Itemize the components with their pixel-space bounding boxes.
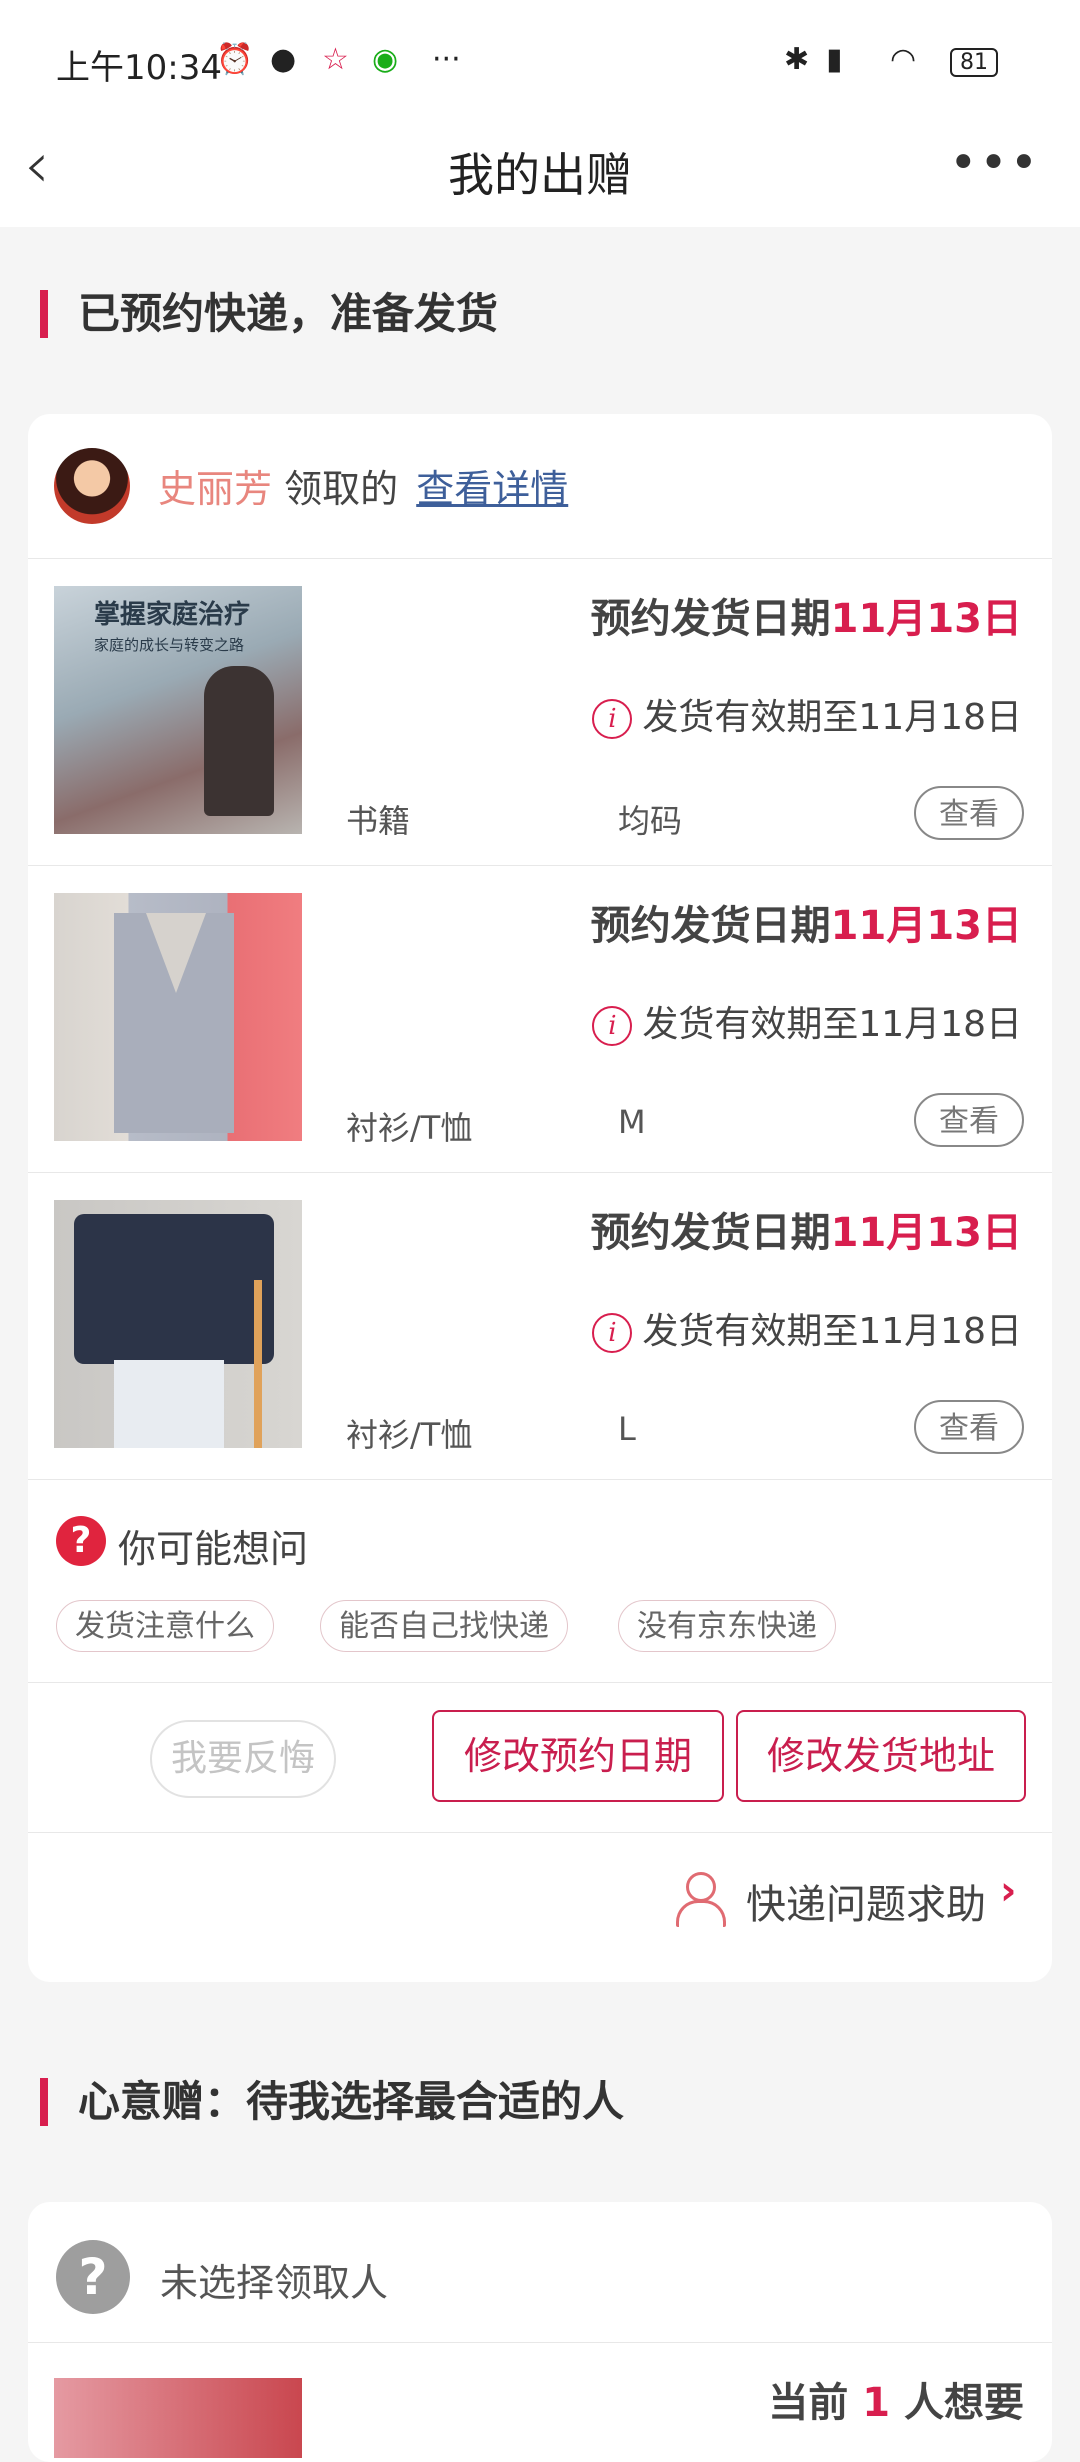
view-button[interactable]: 查看 (914, 1093, 1024, 1147)
action-bar: 我要反悔 修改预约日期 修改发货地址 (28, 1682, 1052, 1833)
validity-info: i 发货有效期至11月18日 (592, 1302, 1022, 1354)
shirt-shape (74, 1214, 274, 1364)
claimer-name[interactable]: 史丽芳 (158, 467, 272, 511)
info-icon: i (592, 1006, 633, 1046)
want-prefix: 当前 (768, 2380, 849, 2426)
status-time: 上午10:34 (56, 48, 222, 88)
bluetooth-icon: ✱ (784, 42, 810, 77)
view-button[interactable]: 查看 (914, 1400, 1024, 1454)
no-receiver-text: 未选择领取人 (160, 2261, 389, 2305)
change-address-button[interactable]: 修改发货地址 (736, 1710, 1026, 1802)
faq-chip[interactable]: 没有京东快递 (618, 1600, 836, 1652)
book-cover-subtitle: 家庭的成长与转变之路 (94, 636, 245, 654)
validity-info: i 发货有效期至11月18日 (592, 995, 1022, 1047)
view-details-link[interactable]: 查看详情 (416, 467, 568, 511)
item-category: 书籍 (346, 802, 411, 840)
gift-card: ? 未选择领取人 当前 1 人想要 (28, 2202, 1052, 2462)
claim-info: 史丽芳 领取的 查看详情 (158, 458, 568, 513)
list-item[interactable]: 掌握家庭治疗 家庭的成长与转变之路 预约发货日期11月13日 i 发货有效期至11… (28, 558, 1052, 866)
battery-level: 81 (960, 50, 988, 75)
courier-help-row[interactable]: 快递问题求助 › (28, 1832, 1052, 1964)
ship-date: 预约发货日期11月13日 (591, 1200, 1022, 1258)
faq-title: 你可能想问 (118, 1527, 309, 1571)
person-icon-head (686, 1872, 716, 1902)
item-thumbnail[interactable] (54, 2378, 302, 2458)
ship-date-value: 11月13日 (830, 596, 1022, 642)
item-size: M (618, 1103, 646, 1141)
item-thumbnail-shirt[interactable] (54, 893, 302, 1141)
status-bar: 上午10:34 ⏰ ● ☆ ◉ ··· ✱ ▮ ◠ 81 (0, 0, 1080, 115)
view-button[interactable]: 查看 (914, 786, 1024, 840)
want-count: 当前 1 人想要 (768, 2370, 1024, 2428)
section-title-gift: 心意赠：待我选择最合适的人 (40, 2074, 624, 2130)
validity-text: 发货有效期至11月18日 (642, 1004, 1022, 1045)
unknown-user-icon: ? (56, 2240, 130, 2314)
claim-row: 史丽芳 领取的 查看详情 (28, 414, 1052, 559)
claim-action-text: 领取的 (284, 467, 399, 511)
nav-bar: ‹ 我的出赠 ••• (0, 115, 1080, 227)
ship-date: 预约发货日期11月13日 (591, 893, 1022, 951)
wifi-icon: ◠ (890, 42, 917, 77)
item-thumbnail-book[interactable]: 掌握家庭治疗 家庭的成长与转变之路 (54, 586, 302, 834)
validity-text: 发货有效期至11月18日 (642, 1311, 1022, 1352)
pants-shape (114, 1360, 224, 1448)
item-size: 均码 (618, 802, 683, 840)
receiver-row: ? 未选择领取人 (28, 2202, 1052, 2343)
alarm-icon: ⏰ (216, 42, 254, 77)
app-notification-icon: ● (270, 42, 297, 77)
info-icon: i (592, 1313, 633, 1353)
chevron-right-icon: › (1000, 1868, 1017, 1914)
person-icon-body (676, 1900, 726, 1927)
more-notifications-icon: ··· (432, 42, 461, 77)
courier-help-label[interactable]: 快递问题求助 (746, 1872, 986, 1930)
regret-button[interactable]: 我要反悔 (150, 1720, 336, 1798)
person-icon (674, 1872, 726, 1928)
want-suffix: 人想要 (904, 2380, 1024, 2426)
validity-text: 发货有效期至11月18日 (642, 697, 1022, 738)
ship-date-value: 11月13日 (830, 903, 1022, 949)
more-menu-icon[interactable]: ••• (949, 135, 1040, 191)
item-thumbnail-shirt[interactable] (54, 1200, 302, 1448)
ship-date-label: 预约发货日期 (590, 596, 831, 642)
faq-chip[interactable]: 能否自己找快递 (320, 1600, 568, 1652)
validity-info: i 发货有效期至11月18日 (592, 688, 1022, 740)
shipping-card: 史丽芳 领取的 查看详情 掌握家庭治疗 家庭的成长与转变之路 预约发货日期11月… (28, 414, 1052, 1982)
faq-chip[interactable]: 发货注意什么 (56, 1600, 274, 1652)
change-date-button[interactable]: 修改预约日期 (432, 1710, 724, 1802)
signal-icon: ▮ (826, 42, 843, 77)
list-item[interactable]: 预约发货日期11月13日 i 发货有效期至11月18日 衬衫/T恤 M 查看 (28, 865, 1052, 1173)
book-cover-figure (204, 666, 274, 816)
info-icon: i (592, 699, 633, 739)
book-cover-title: 掌握家庭治疗 (94, 600, 251, 630)
item-category: 衬衫/T恤 (346, 1416, 473, 1454)
ship-date: 预约发货日期11月13日 (591, 586, 1022, 644)
wechat-icon: ◉ (372, 42, 399, 77)
section-title-shipping: 已预约快递，准备发货 (40, 286, 498, 342)
battery-icon: 81 (950, 48, 998, 77)
door-frame-shape (254, 1280, 262, 1448)
list-item[interactable]: 预约发货日期11月13日 i 发货有效期至11月18日 衬衫/T恤 L 查看 (28, 1172, 1052, 1480)
ship-date-label: 预约发货日期 (590, 903, 831, 949)
ship-date-label: 预约发货日期 (590, 1210, 831, 1256)
avatar[interactable] (54, 448, 130, 524)
item-category: 衬衫/T恤 (346, 1109, 473, 1147)
question-icon: ? (56, 1516, 106, 1566)
ship-date-value: 11月13日 (830, 1210, 1022, 1256)
page-title: 我的出赠 (448, 148, 632, 202)
want-number: 1 (862, 2380, 891, 2426)
faq-section: ? 你可能想问 发货注意什么 能否自己找快递 没有京东快递 (28, 1474, 1052, 1683)
star-icon: ☆ (322, 42, 349, 77)
item-size: L (618, 1410, 636, 1448)
